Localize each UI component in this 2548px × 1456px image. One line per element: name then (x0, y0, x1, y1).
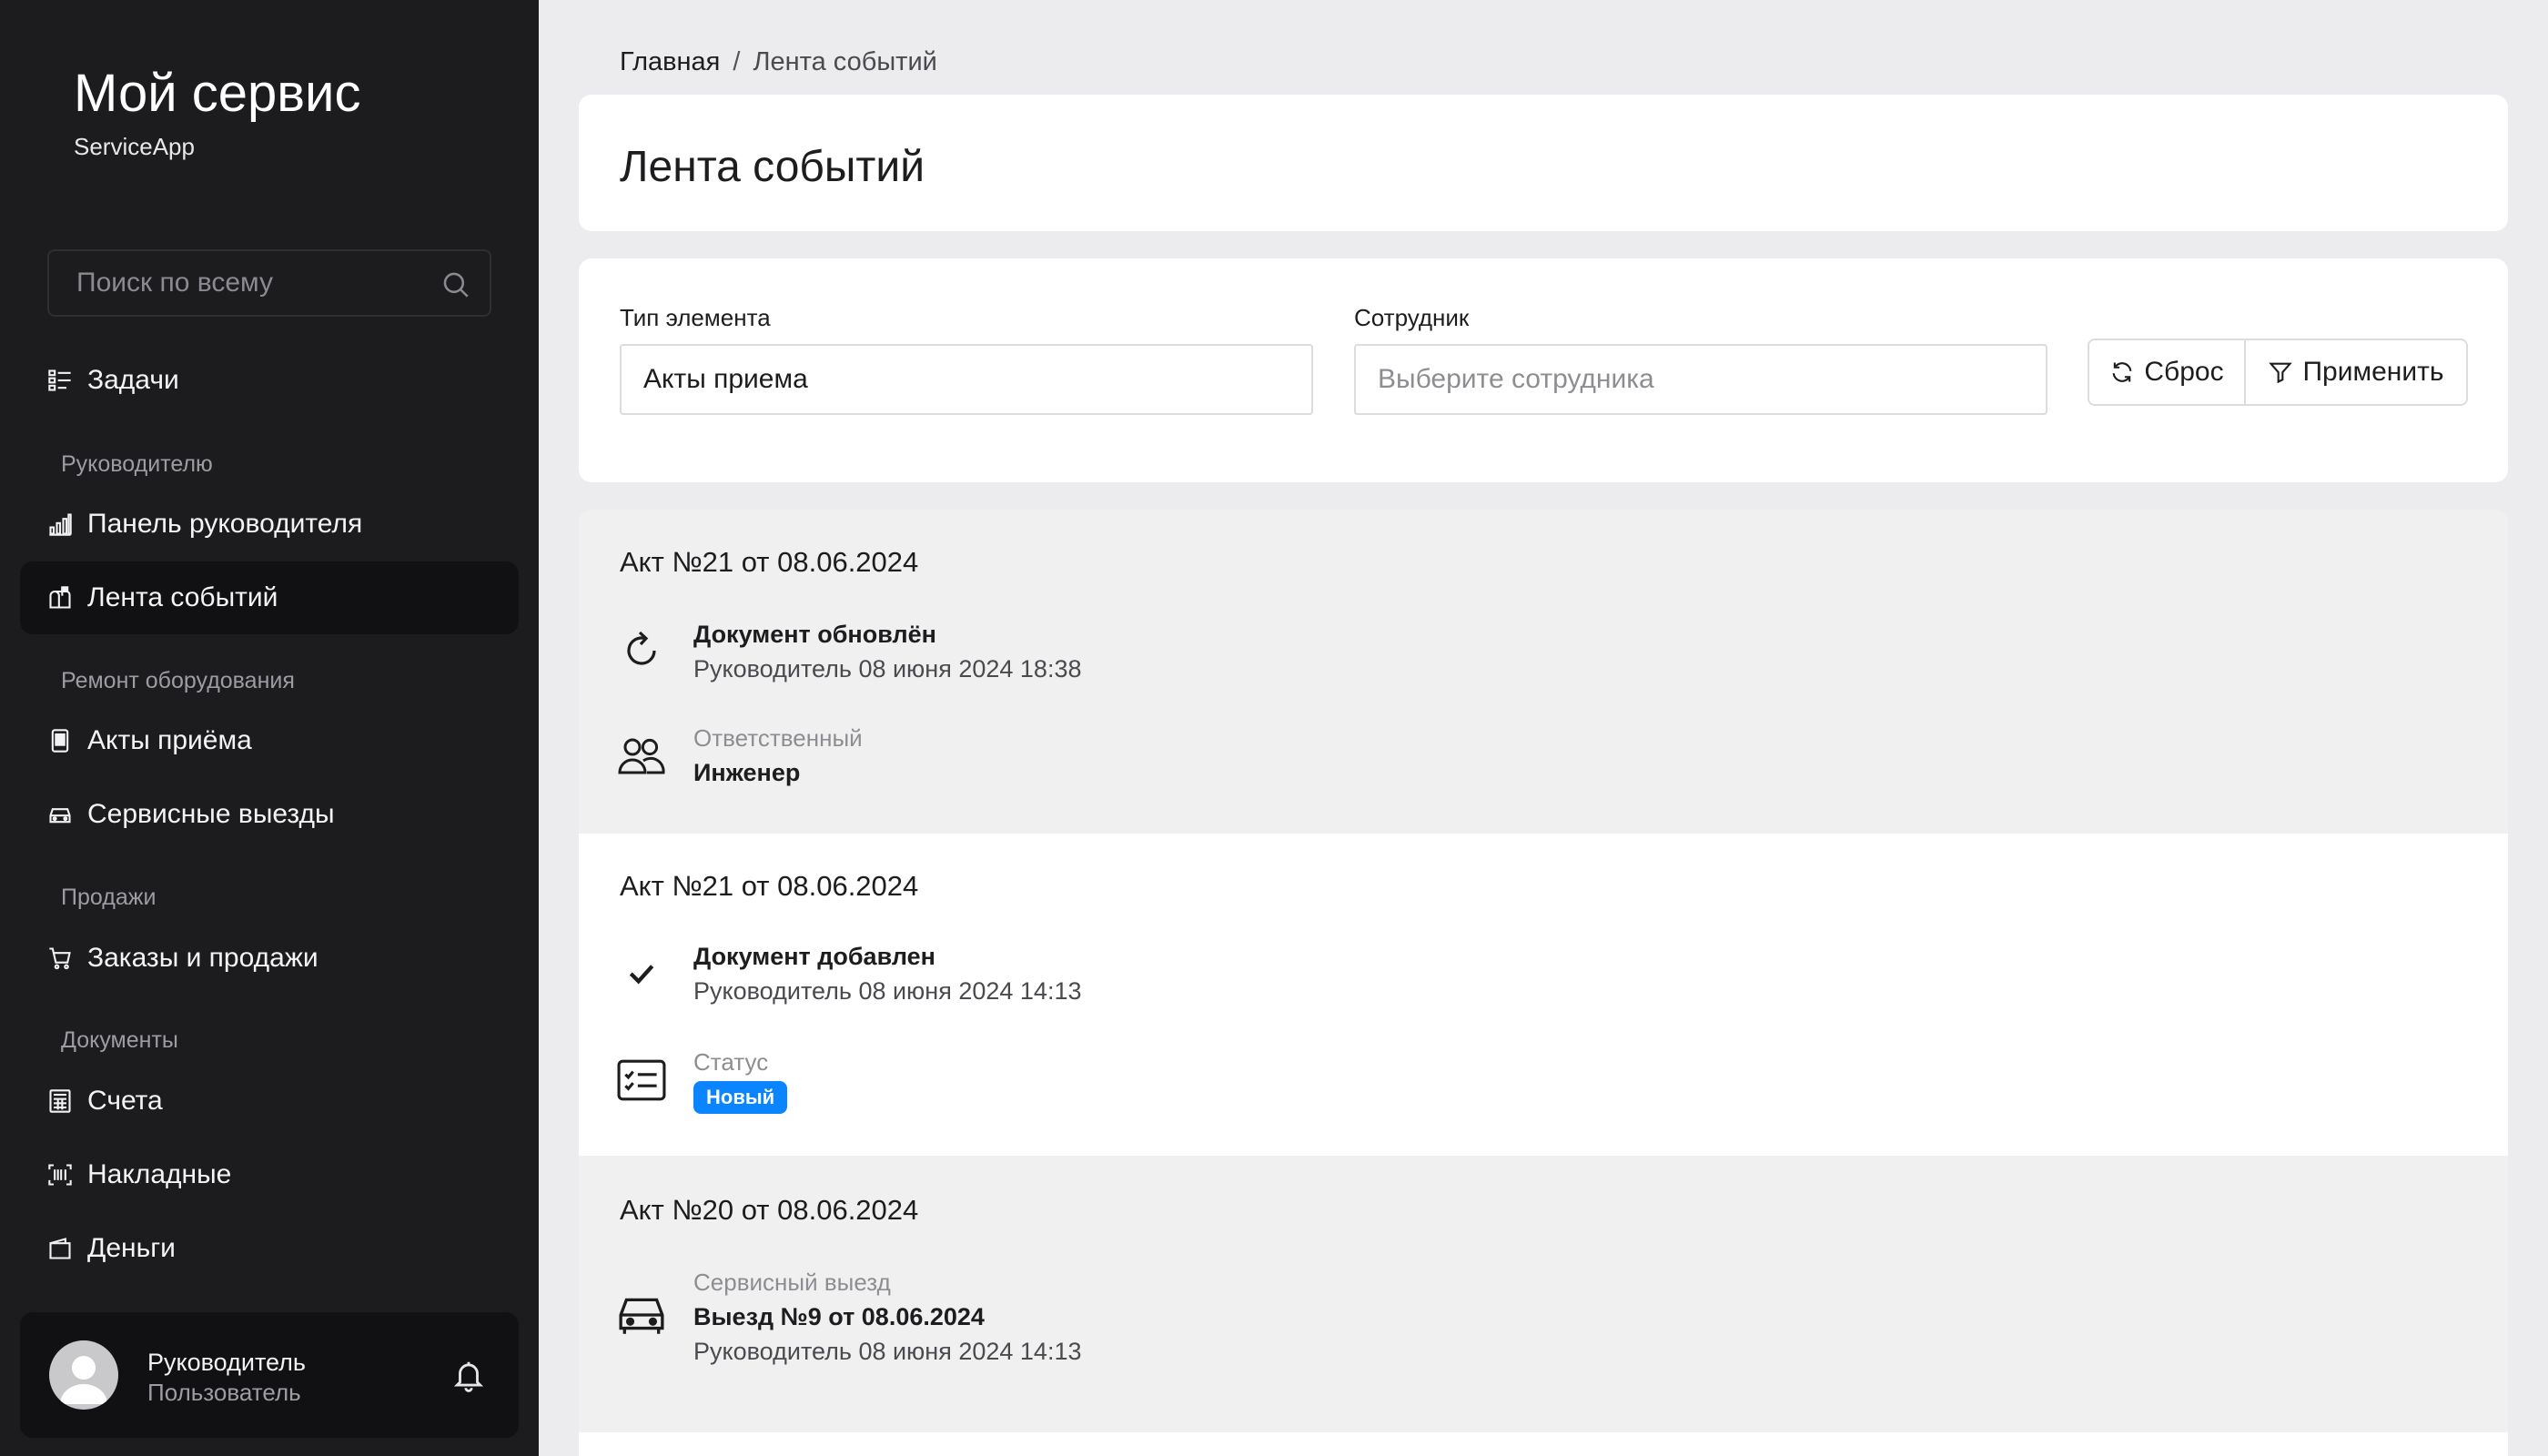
sidebar-item-label: Заказы и продажи (87, 943, 318, 973)
feed-item-title: Акт №20 от 08.06.2024 (620, 1194, 919, 1226)
checkmark-icon (617, 949, 666, 998)
nav-section-manager: Руководителю (61, 451, 213, 477)
car-icon (46, 800, 75, 829)
sidebar-item-label: Сервисные выезды (87, 799, 335, 829)
task-list-icon (46, 366, 75, 395)
event-meta: Руководитель 08 июня 2024 14:13 (693, 1338, 1082, 1365)
calculator-icon (46, 1087, 75, 1116)
wallet-icon (46, 1234, 75, 1263)
breadcrumb-home-link[interactable]: Главная (620, 47, 720, 76)
employee-field[interactable] (1354, 344, 2048, 415)
filter-panel: Тип элемента Сотрудник Сброс Применить (579, 258, 2508, 482)
breadcrumb: Главная / Лента событий (620, 47, 937, 77)
sidebar-item-orders[interactable]: Заказы и продажи (20, 922, 519, 995)
feed-item[interactable]: Акт №20 от 08.06.2024 Сервисный выезд Вы… (579, 1156, 2508, 1432)
apply-button-label: Применить (2302, 357, 2444, 387)
feed-item[interactable]: Акт №21 от 08.06.2024 Документ обновлён … (579, 510, 2508, 834)
users-icon (617, 732, 666, 781)
user-role: Пользователь (147, 1379, 301, 1406)
filter-icon (2269, 362, 2293, 384)
feed-item[interactable] (579, 1432, 2508, 1456)
brand-title: Мой сервис (74, 64, 361, 123)
sidebar-item-label: Акты приёма (87, 725, 252, 755)
brand-subtitle: ServiceApp (74, 133, 195, 160)
reset-button-label: Сброс (2144, 357, 2224, 387)
sidebar-item-label: Счета (87, 1086, 163, 1116)
sidebar-item-money[interactable]: Деньги (20, 1212, 519, 1285)
breadcrumb-current: Лента событий (753, 47, 937, 76)
feed-item-title: Акт №21 от 08.06.2024 (620, 546, 919, 578)
sidebar-item-feed[interactable]: Лента событий (20, 561, 519, 634)
sidebar-item-label: Лента событий (87, 582, 278, 612)
user-name: Руководитель (147, 1349, 306, 1376)
feed-item-title: Акт №21 от 08.06.2024 (620, 870, 919, 902)
sidebar-item-label: Панель руководителя (87, 509, 363, 539)
sidebar-item-label: Деньги (87, 1233, 176, 1263)
element-type-label: Тип элемента (620, 304, 771, 331)
search-input[interactable] (75, 251, 420, 315)
detail-value: Инженер (693, 759, 801, 786)
apply-button[interactable]: Применить (2246, 340, 2466, 404)
user-card[interactable]: Руководитель Пользователь (20, 1312, 519, 1438)
event-title: Документ добавлен (693, 943, 935, 970)
event-title: Выезд №9 от 08.06.2024 (693, 1303, 985, 1330)
sidebar-item-service-trips[interactable]: Сервисные выезды (20, 778, 519, 851)
barcode-icon (46, 1160, 75, 1189)
feed-item[interactable]: Акт №21 от 08.06.2024 Документ добавлен … (579, 834, 2508, 1156)
refresh-icon (2113, 362, 2132, 382)
search-icon[interactable] (440, 269, 471, 300)
refresh-icon (617, 626, 666, 675)
sidebar-item-acceptance[interactable]: Акты приёма (20, 704, 519, 777)
detail-label: Статус (693, 1048, 769, 1076)
sidebar-item-waybills[interactable]: Накладные (20, 1138, 519, 1211)
element-type-field[interactable] (620, 344, 1313, 415)
page-header: Лента событий (579, 95, 2508, 231)
sidebar-item-tasks[interactable]: Задачи (20, 344, 519, 417)
event-meta: Руководитель 08 июня 2024 18:38 (693, 655, 1082, 682)
sidebar-item-label: Задачи (87, 365, 179, 395)
event-title: Документ обновлён (693, 621, 936, 648)
global-search (47, 249, 491, 317)
nav-section-repair: Ремонт оборудования (61, 668, 295, 693)
user-silhouette-icon (60, 1356, 107, 1404)
sidebar-item-dashboard[interactable]: Панель руководителя (20, 488, 519, 561)
breadcrumb-separator: / (733, 47, 741, 76)
nav-section-documents: Документы (61, 1027, 178, 1053)
avatar (49, 1340, 118, 1410)
nav-section-sales: Продажи (61, 885, 157, 910)
employee-label: Сотрудник (1354, 304, 1470, 331)
bell-icon[interactable] (451, 1358, 486, 1392)
filter-actions: Сброс Применить (2088, 339, 2468, 406)
document-icon (46, 726, 75, 755)
status-badge: Новый (693, 1081, 788, 1114)
event-meta: Руководитель 08 июня 2024 14:13 (693, 977, 1082, 1005)
sidebar: Мой сервис ServiceApp Задачи Руководител… (0, 0, 539, 1456)
cart-icon (46, 944, 75, 973)
page-title: Лента событий (620, 143, 925, 191)
event-label: Сервисный выезд (693, 1269, 891, 1296)
checklist-icon (617, 1056, 666, 1105)
car-icon (617, 1290, 666, 1340)
sidebar-item-invoices[interactable]: Счета (20, 1065, 519, 1138)
mailbox-icon (46, 583, 75, 612)
reset-button[interactable]: Сброс (2089, 340, 2246, 404)
sidebar-item-label: Накладные (87, 1159, 232, 1189)
detail-label: Ответственный (693, 724, 863, 752)
bar-chart-icon (46, 510, 75, 539)
